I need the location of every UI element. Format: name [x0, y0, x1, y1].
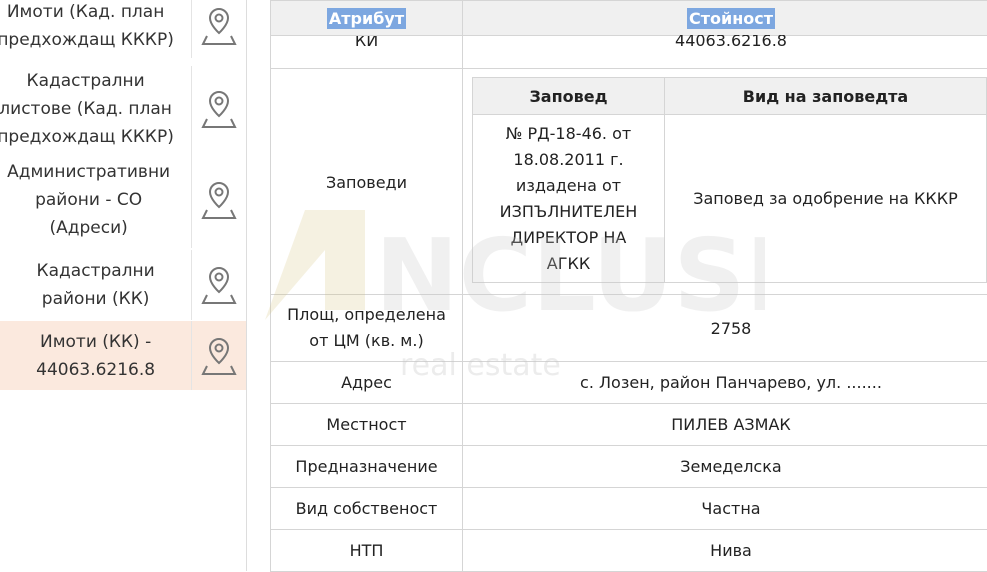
- map-pin-icon[interactable]: [191, 321, 246, 390]
- row-value-address: с. Лозен, район Панчарево, ул. .......: [463, 362, 987, 404]
- row-value-area: 2758: [463, 295, 987, 362]
- row-value-ntp: Нива: [463, 530, 987, 572]
- attributes-table: Атрибут Стойност КИ 44063.6216.8 Заповед…: [270, 0, 987, 572]
- row-attr-orders: Заповеди: [271, 69, 463, 295]
- order-text: № РД-18-46. от 18.08.2011 г. издадена от…: [473, 115, 665, 283]
- row-value-ki: 44063.6216.8: [463, 36, 987, 69]
- sidebar-item-label: Имоти (КК) - 44063.6216.8: [0, 328, 191, 384]
- sidebar-item-admin-districts[interactable]: Административни райони - СО (Адреси): [0, 152, 246, 248]
- map-pin-icon[interactable]: [191, 152, 246, 248]
- sidebar-item-label: Кадастрални райони (КК): [0, 257, 191, 313]
- row-attr-locality: Местност: [271, 404, 463, 446]
- table-row: Вид собственост Частна: [271, 488, 987, 530]
- attributes-panel: Атрибут Стойност КИ 44063.6216.8 Заповед…: [270, 0, 987, 571]
- table-row: Местност ПИЛЕВ АЗМАК: [271, 404, 987, 446]
- row-attr-ownership: Вид собственост: [271, 488, 463, 530]
- sidebar-item-cadastral-plan-properties[interactable]: Имоти (Кад. план предхождащ КККР): [0, 0, 246, 58]
- map-pin-icon[interactable]: [191, 0, 246, 58]
- row-value-locality: ПИЛЕВ АЗМАК: [463, 404, 987, 446]
- sidebar-item-label: Имоти (Кад. план предхождащ КККР): [0, 0, 191, 54]
- column-header-order: Заповед: [473, 78, 665, 115]
- row-value-purpose: Земеделска: [463, 446, 987, 488]
- table-row: Предназначение Земеделска: [271, 446, 987, 488]
- table-row: КИ 44063.6216.8: [271, 36, 987, 69]
- column-header-attribute: Атрибут: [271, 1, 463, 36]
- column-header-order-type: Вид на заповедта: [665, 78, 987, 115]
- row-value-ownership: Частна: [463, 488, 987, 530]
- row-attr-purpose: Предназначение: [271, 446, 463, 488]
- row-attr-ki: КИ: [271, 36, 463, 69]
- table-row: НТП Нива: [271, 530, 987, 572]
- sidebar: Имоти (Кад. план предхождащ КККР) Кадаст…: [0, 0, 247, 571]
- row-attr-address: Адрес: [271, 362, 463, 404]
- row-attr-ntp: НТП: [271, 530, 463, 572]
- table-row: Адрес с. Лозен, район Панчарево, ул. ...…: [271, 362, 987, 404]
- sidebar-item-label: Административни райони - СО (Адреси): [0, 158, 191, 242]
- orders-table: Заповед Вид на заповедта № РД-18-46. от …: [472, 77, 987, 283]
- map-pin-icon[interactable]: [191, 66, 246, 152]
- sidebar-item-properties-kk[interactable]: Имоти (КК) - 44063.6216.8: [0, 321, 246, 390]
- map-pin-icon[interactable]: [191, 250, 246, 320]
- table-header-row: Атрибут Стойност: [271, 1, 987, 36]
- table-row: Заповеди Заповед Вид на заповедта № РД-1…: [271, 69, 987, 295]
- sidebar-item-cadastral-districts[interactable]: Кадастрални райони (КК): [0, 250, 246, 320]
- row-value-orders: Заповед Вид на заповедта № РД-18-46. от …: [463, 69, 987, 295]
- sidebar-item-label: Кадастрални листове (Кад. план предхожда…: [0, 67, 191, 151]
- order-type: Заповед за одобрение на КККР: [665, 115, 987, 283]
- column-header-value: Стойност: [463, 1, 987, 36]
- row-attr-area: Площ, определена от ЦМ (кв. м.): [271, 295, 463, 362]
- table-row: Площ, определена от ЦМ (кв. м.) 2758: [271, 295, 987, 362]
- sidebar-item-cadastral-sheets[interactable]: Кадастрални листове (Кад. план предхожда…: [0, 66, 246, 152]
